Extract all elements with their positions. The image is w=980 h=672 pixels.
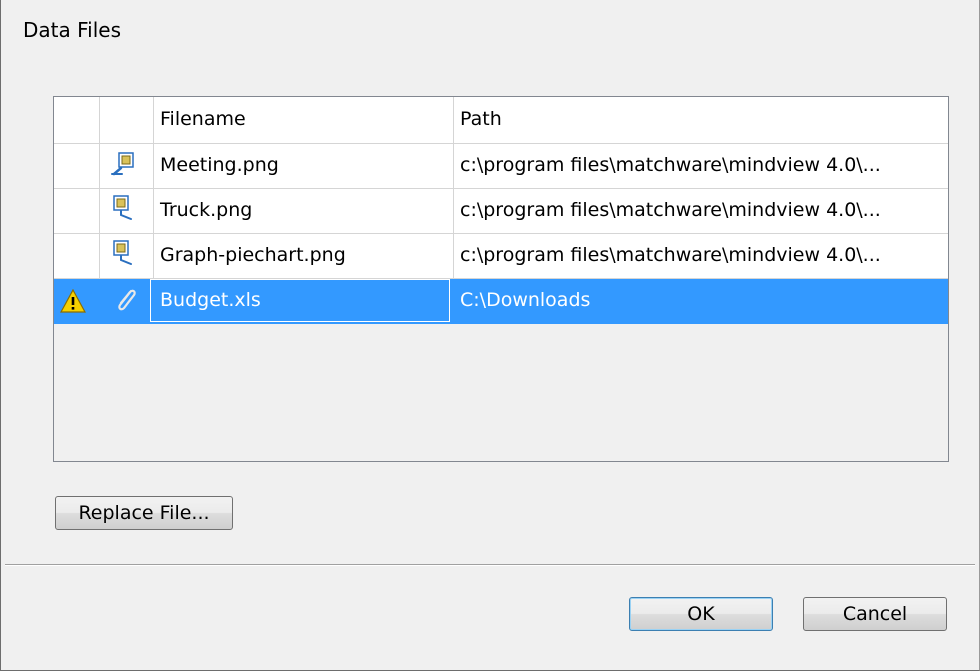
image-file-icon	[111, 152, 134, 176]
path-text: c:\program files\matchware\mindview 4.0\…	[460, 244, 881, 266]
filename-cell: Meeting.png	[154, 144, 454, 188]
filename-text: Truck.png	[160, 199, 253, 221]
focus-rectangle	[150, 279, 450, 322]
filename-header-label: Filename	[160, 108, 246, 130]
paperclip-icon	[118, 289, 136, 311]
table-row[interactable]: Graph-piechart.png c:\program files\matc…	[54, 234, 948, 279]
filename-column-header[interactable]: Filename	[154, 97, 454, 143]
footer-separator	[5, 564, 975, 566]
type-cell	[100, 144, 154, 188]
filename-cell: Graph-piechart.png	[154, 234, 454, 278]
type-cell	[100, 189, 154, 233]
path-column-header[interactable]: Path	[454, 97, 947, 143]
filename-text: Graph-piechart.png	[160, 244, 346, 266]
table-row[interactable]: Truck.png c:\program files\matchware\min…	[54, 189, 948, 234]
data-files-dialog: Data Files Filename Path Meeting.png c:\…	[0, 0, 980, 671]
dialog-title: Data Files	[23, 18, 121, 42]
table-row-selected[interactable]: Budget.xls C:\Downloads	[54, 279, 948, 324]
table-row[interactable]: Meeting.png c:\program files\matchware\m…	[54, 144, 948, 189]
image-file-icon	[113, 240, 132, 265]
path-cell: c:\program files\matchware\mindview 4.0\…	[454, 144, 947, 188]
status-cell	[54, 144, 100, 188]
warning-icon	[60, 289, 86, 313]
filename-text: Meeting.png	[160, 154, 279, 176]
ok-button[interactable]: OK	[629, 597, 773, 631]
image-file-icon	[113, 195, 132, 220]
data-files-table[interactable]: Filename Path Meeting.png c:\program fil…	[53, 96, 949, 462]
cancel-button[interactable]: Cancel	[803, 597, 947, 631]
type-cell	[100, 234, 154, 278]
path-cell: c:\program files\matchware\mindview 4.0\…	[454, 189, 947, 233]
path-cell: c:\program files\matchware\mindview 4.0\…	[454, 234, 947, 278]
path-text: C:\Downloads	[460, 289, 591, 311]
status-column-header[interactable]	[54, 97, 100, 143]
type-cell	[100, 279, 154, 323]
path-header-label: Path	[460, 108, 502, 130]
path-cell: C:\Downloads	[454, 279, 947, 323]
table-header: Filename Path	[54, 97, 948, 144]
type-column-header[interactable]	[100, 97, 154, 143]
path-text: c:\program files\matchware\mindview 4.0\…	[460, 199, 881, 221]
filename-cell: Truck.png	[154, 189, 454, 233]
path-text: c:\program files\matchware\mindview 4.0\…	[460, 154, 881, 176]
status-cell	[54, 279, 100, 323]
status-cell	[54, 189, 100, 233]
replace-file-button[interactable]: Replace File...	[55, 496, 233, 530]
status-cell	[54, 234, 100, 278]
